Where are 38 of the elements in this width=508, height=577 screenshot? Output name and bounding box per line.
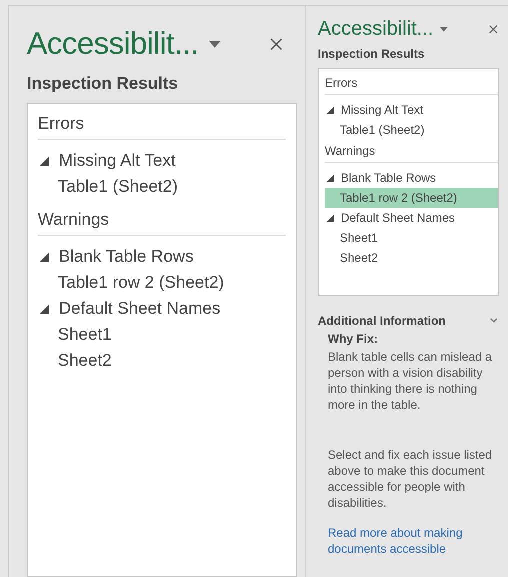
- section-title: Additional Information: [318, 314, 446, 328]
- issue-item[interactable]: Sheet2: [325, 248, 498, 268]
- chevron-icon[interactable]: [490, 318, 498, 324]
- close-icon[interactable]: [489, 25, 498, 34]
- section-title: Inspection Results: [318, 47, 426, 61]
- issue-label[interactable]: Default Sheet Names: [341, 208, 456, 228]
- issue-item[interactable]: Table1 (Sheet2): [38, 174, 286, 200]
- category-heading: Warnings: [325, 143, 376, 159]
- issue-item[interactable]: Sheet1: [325, 228, 498, 248]
- category-heading: Errors: [325, 75, 359, 91]
- expand-triangle-icon[interactable]: [327, 174, 334, 182]
- why-fix-text: Blank table cells can mislead a person with a vision disability into thinking there is nothing more in the table.: [328, 349, 494, 413]
- expand-triangle-icon[interactable]: [40, 304, 49, 314]
- category-heading: Errors: [38, 113, 86, 135]
- why-fix-label: Why Fix:: [328, 332, 379, 346]
- issue-item[interactable]: Table1 row 2 (Sheet2): [325, 188, 498, 208]
- issue-label[interactable]: Blank Table Rows: [341, 168, 436, 188]
- issue-label[interactable]: Missing Alt Text: [341, 100, 424, 120]
- category-heading: Warnings: [38, 209, 110, 231]
- pane-title: Accessibilit...: [318, 18, 434, 41]
- guidance-text: Select and fix each issue listed above to make this document accessible for people with disabilities.: [328, 447, 494, 511]
- issue-label[interactable]: Default Sheet Names: [59, 296, 221, 322]
- issue-label[interactable]: Blank Table Rows: [59, 244, 194, 270]
- close-icon[interactable]: [270, 38, 283, 50]
- issue-label[interactable]: Missing Alt Text: [59, 148, 176, 174]
- section-title: Inspection Results: [27, 74, 180, 94]
- pane-title: Accessibilit...: [27, 26, 199, 62]
- expand-triangle-icon[interactable]: [327, 214, 334, 222]
- issue-item[interactable]: Table1 (Sheet2): [325, 120, 498, 140]
- expand-triangle-icon[interactable]: [40, 156, 49, 166]
- dropdown-icon[interactable]: [440, 27, 448, 32]
- issue-item[interactable]: Sheet1: [38, 322, 286, 348]
- dropdown-icon[interactable]: [208, 40, 221, 48]
- issue-item[interactable]: Sheet2: [38, 348, 286, 374]
- issue-item[interactable]: Table1 row 2 (Sheet2): [38, 270, 286, 296]
- expand-triangle-icon[interactable]: [40, 252, 49, 262]
- read-more-link[interactable]: Read more about making documents accessible: [328, 525, 498, 557]
- expand-triangle-icon[interactable]: [327, 106, 334, 114]
